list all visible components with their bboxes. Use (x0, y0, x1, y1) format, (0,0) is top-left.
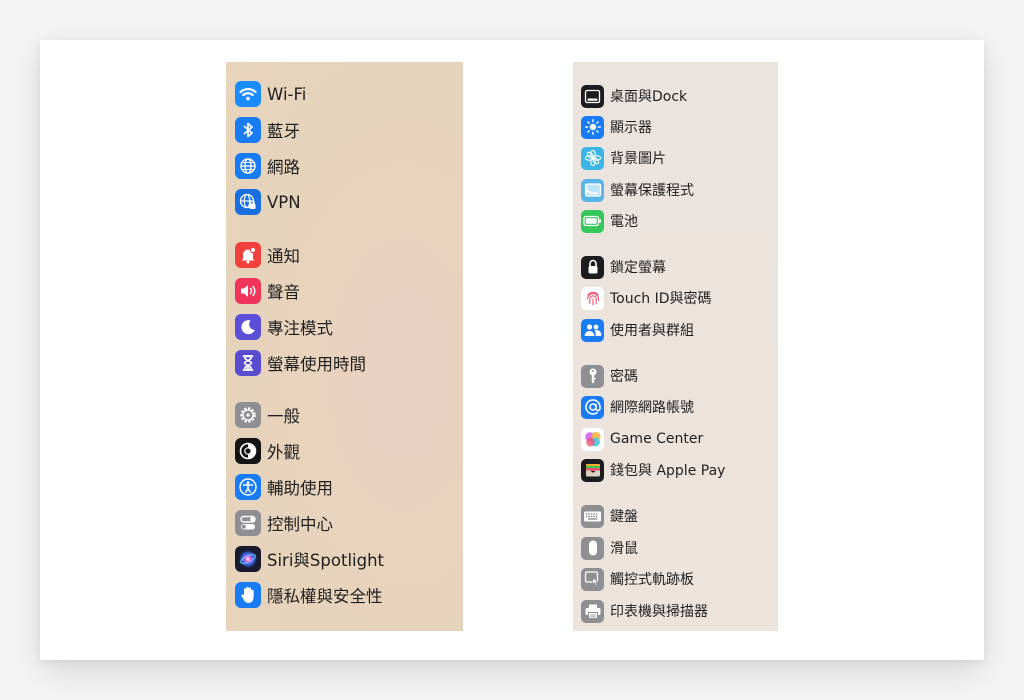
gear-icon (235, 402, 261, 428)
sidebar-item-label: 電池 (610, 214, 638, 230)
key-icon (581, 364, 604, 388)
sidebar-item-label: 聲音 (267, 283, 300, 302)
printer-icon (581, 599, 604, 623)
sidebar-item-screen-time[interactable]: 螢幕使用時間 (226, 346, 463, 380)
speaker-icon (235, 278, 261, 304)
sidebar-item-label: 藍牙 (267, 122, 300, 141)
sidebar-item-focus[interactable]: 專注模式 (226, 310, 463, 344)
moon-icon (235, 314, 261, 340)
sidebar-item-label: 螢幕保護程式 (610, 183, 694, 199)
sidebar-item-internet-accounts[interactable]: 網際網路帳號 (573, 393, 778, 421)
hand-icon (235, 582, 261, 608)
siri-icon (235, 546, 261, 572)
sidebar-item-privacy-security[interactable]: 隱私權與安全性 (226, 578, 463, 612)
trackpad-icon (581, 567, 604, 591)
sidebar-item-trackpad[interactable]: 觸控式軌跡板 (573, 565, 778, 593)
sidebar-item-passwords[interactable]: 密碼 (573, 362, 778, 390)
sidebar-item-label: 密碼 (610, 369, 638, 385)
globe-icon (235, 153, 261, 179)
screensaver-icon (581, 178, 604, 202)
sidebar-item-appearance[interactable]: 外觀 (226, 434, 463, 468)
sidebar-item-sound[interactable]: 聲音 (226, 274, 463, 308)
sidebar-item-label: 鎖定螢幕 (610, 260, 666, 276)
sidebar-item-label: 滑鼠 (610, 541, 638, 557)
wifi-icon (235, 81, 261, 107)
sidebar-item-network[interactable]: 網路 (226, 149, 463, 183)
hourglass-icon (235, 350, 261, 376)
sidebar-item-label: 錢包與 Apple Pay (610, 463, 726, 479)
keyboard-icon (581, 504, 604, 528)
screenshot-card (40, 40, 984, 660)
wallpaper-flower-icon (581, 146, 604, 170)
sidebar-item-label: 印表機與掃描器 (610, 604, 708, 620)
sidebar-item-siri-spotlight[interactable]: Siri與Spotlight (226, 542, 463, 576)
vpn-globe-icon (235, 189, 261, 215)
sidebar-item-screen-saver[interactable]: 螢幕保護程式 (573, 176, 778, 204)
settings-sidebar-left: Wi-Fi 藍牙 網路 VPN 通知 聲音 專注模式 螢幕使用時間 一般 外觀 … (226, 62, 463, 631)
users-icon (581, 318, 604, 342)
sidebar-item-accessibility[interactable]: 輔助使用 (226, 470, 463, 504)
game-center-icon (581, 427, 604, 451)
sidebar-item-label: 觸控式軌跡板 (610, 572, 694, 588)
sidebar-item-label: Siri與Spotlight (267, 551, 385, 570)
sidebar-item-keyboard[interactable]: 鍵盤 (573, 502, 778, 530)
sidebar-item-label: 使用者與群組 (610, 323, 694, 339)
sidebar-item-label: 桌面與Dock (610, 89, 688, 105)
appearance-icon (235, 438, 261, 464)
sidebar-item-label: 一般 (267, 407, 300, 426)
sidebar-item-lock-screen[interactable]: 鎖定螢幕 (573, 253, 778, 281)
mouse-icon (581, 536, 604, 560)
accessibility-icon (235, 474, 261, 500)
sidebar-item-touch-id-password[interactable]: Touch ID與密碼 (573, 284, 778, 312)
sidebar-item-wallpaper[interactable]: 背景圖片 (573, 144, 778, 172)
sidebar-item-mouse[interactable]: 滑鼠 (573, 534, 778, 562)
sidebar-item-label: 顯示器 (610, 120, 652, 136)
sidebar-item-general[interactable]: 一般 (226, 398, 463, 432)
sidebar-item-desktop-dock[interactable]: 桌面與Dock (573, 82, 778, 110)
sidebar-item-label: 控制中心 (267, 515, 333, 534)
sidebar-item-label: 通知 (267, 247, 300, 266)
sidebar-item-label: 網路 (267, 158, 300, 177)
sidebar-item-printers-scanners[interactable]: 印表機與掃描器 (573, 597, 778, 625)
lock-icon (581, 255, 604, 279)
sidebar-item-label: 背景圖片 (610, 151, 666, 167)
sidebar-item-wallet-apple-pay[interactable]: 錢包與 Apple Pay (573, 456, 778, 484)
bluetooth-icon (235, 117, 261, 143)
sidebar-item-label: VPN (267, 192, 301, 212)
sidebar-item-label: 輔助使用 (267, 479, 333, 498)
sidebar-item-game-center[interactable]: Game Center (573, 425, 778, 453)
battery-icon (581, 209, 604, 233)
sidebar-item-vpn[interactable]: VPN (226, 185, 463, 219)
sidebar-item-notifications[interactable]: 通知 (226, 238, 463, 272)
dock-icon (581, 84, 604, 108)
sidebar-item-label: 隱私權與安全性 (267, 587, 383, 606)
sidebar-item-wifi[interactable]: Wi-Fi (226, 77, 463, 111)
sidebar-item-label: 螢幕使用時間 (267, 355, 366, 374)
sidebar-item-users-groups[interactable]: 使用者與群組 (573, 316, 778, 344)
sidebar-item-battery[interactable]: 電池 (573, 207, 778, 235)
sidebar-item-control-center[interactable]: 控制中心 (226, 506, 463, 540)
control-center-icon (235, 510, 261, 536)
sidebar-item-label: 專注模式 (267, 319, 333, 338)
sidebar-item-label: Touch ID與密碼 (610, 291, 712, 307)
display-sun-icon (581, 115, 604, 139)
sidebar-item-displays[interactable]: 顯示器 (573, 113, 778, 141)
sidebar-item-label: 外觀 (267, 443, 300, 462)
sidebar-item-label: 鍵盤 (610, 509, 638, 525)
fingerprint-icon (581, 286, 604, 310)
sidebar-item-bluetooth[interactable]: 藍牙 (226, 113, 463, 147)
sidebar-item-label: Wi-Fi (267, 84, 307, 104)
wallet-icon (581, 458, 604, 482)
sidebar-item-label: Game Center (610, 431, 704, 447)
at-sign-icon (581, 395, 604, 419)
notification-bell-icon (235, 242, 261, 268)
settings-sidebar-right: 桌面與Dock 顯示器 背景圖片 螢幕保護程式 電池 鎖定螢幕 Touch ID… (573, 62, 778, 631)
sidebar-item-label: 網際網路帳號 (610, 400, 694, 416)
